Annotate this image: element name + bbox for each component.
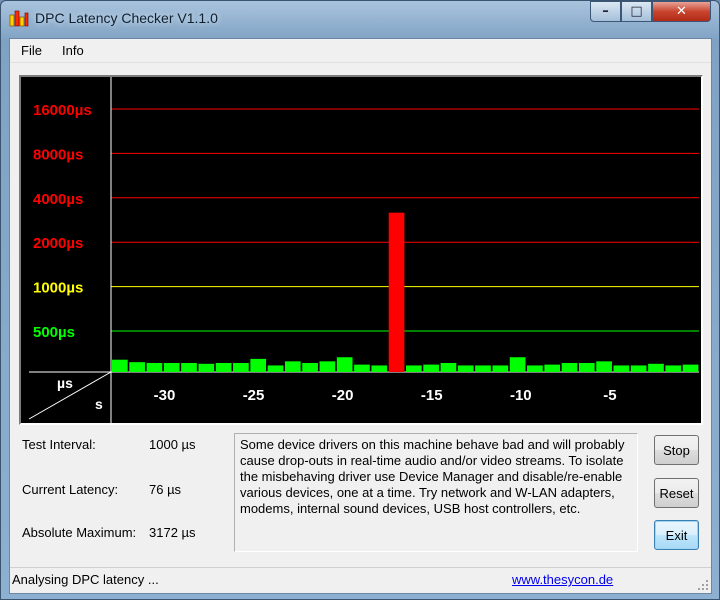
y-tick-label: 500µs bbox=[33, 324, 75, 341]
latency-bar bbox=[457, 365, 474, 372]
latency-bar bbox=[527, 365, 543, 372]
y-tick-label: 4000µs bbox=[33, 191, 83, 208]
latency-bar bbox=[267, 365, 284, 372]
message-line: Some device drivers on this machine beha… bbox=[240, 437, 625, 452]
latency-bar bbox=[284, 361, 301, 372]
latency-bar bbox=[544, 364, 561, 372]
current-latency-value: 76 µs bbox=[149, 482, 182, 497]
latency-bar bbox=[423, 364, 439, 372]
test-interval-label: Test Interval: bbox=[22, 437, 96, 452]
latency-chart: 16000µs 8000µs 4000µs 2000µs 1000µs 500µs µs s -… bbox=[28, 77, 699, 423]
latency-bar bbox=[388, 212, 405, 372]
app-window: DPC Latency Checker V1.1.0 – □ ✕ File In… bbox=[0, 0, 720, 600]
minimize-button[interactable]: – bbox=[590, 1, 621, 22]
latency-bar bbox=[129, 362, 145, 372]
message-line: the misbehaving driver use Device Manage… bbox=[240, 469, 623, 484]
latency-bar bbox=[302, 362, 318, 372]
minimize-icon: – bbox=[602, 4, 609, 19]
y-tick-label: 1000µs bbox=[33, 280, 83, 297]
menu-info[interactable]: Info bbox=[62, 43, 84, 58]
current-latency-label: Current Latency: bbox=[22, 482, 119, 497]
x-tick-label: -25 bbox=[243, 387, 265, 404]
latency-bar bbox=[336, 357, 353, 372]
title-bar[interactable]: DPC Latency Checker V1.1.0 – □ ✕ bbox=[1, 1, 719, 37]
latency-bar bbox=[578, 362, 595, 372]
latency-bar bbox=[665, 365, 682, 372]
x-tick-label: -15 bbox=[421, 387, 443, 404]
y-unit-label: µs bbox=[57, 375, 73, 391]
close-button[interactable]: ✕ bbox=[652, 1, 711, 22]
latency-bar bbox=[596, 361, 612, 372]
maximize-icon: □ bbox=[630, 4, 643, 19]
latency-bar bbox=[406, 365, 422, 372]
latency-bar bbox=[198, 363, 215, 372]
latency-bar bbox=[630, 365, 647, 372]
x-tick-label: -30 bbox=[154, 387, 176, 404]
x-unit-label: s bbox=[95, 396, 103, 412]
status-text: Analysing DPC latency ... bbox=[12, 572, 159, 587]
latency-bar bbox=[146, 362, 163, 372]
latency-bar bbox=[648, 363, 664, 372]
latency-bar bbox=[682, 364, 699, 372]
latency-bar bbox=[250, 358, 267, 372]
latency-bar bbox=[319, 361, 336, 372]
y-tick-label: 2000µs bbox=[33, 235, 83, 252]
latency-bar bbox=[475, 365, 491, 372]
menu-bar: File Info bbox=[10, 39, 711, 63]
website-link[interactable]: www.thesycon.de bbox=[512, 572, 613, 587]
client-area: File Info 16000µs 8000µs 4000µs 2000µs 1000µ… bbox=[9, 38, 712, 594]
menu-file[interactable]: File bbox=[21, 43, 42, 58]
latency-bar bbox=[371, 365, 388, 372]
latency-bar bbox=[440, 362, 457, 372]
window-title: DPC Latency Checker V1.1.0 bbox=[35, 10, 218, 26]
latency-bar bbox=[233, 362, 249, 372]
exit-button[interactable]: Exit bbox=[654, 520, 699, 550]
app-icon bbox=[9, 10, 29, 27]
latency-bar bbox=[215, 362, 232, 372]
message-line: various devices, one at a time. Try netw… bbox=[240, 485, 615, 500]
latency-bar bbox=[354, 364, 370, 372]
advice-message: Some device drivers on this machine beha… bbox=[234, 433, 638, 552]
latency-bar bbox=[509, 357, 526, 372]
latency-bar bbox=[181, 362, 197, 372]
status-bar: Analysing DPC latency ... www.thesycon.d… bbox=[10, 567, 711, 593]
close-icon: ✕ bbox=[676, 4, 687, 19]
test-interval-value: 1000 µs bbox=[149, 437, 196, 452]
latency-bar bbox=[163, 362, 180, 372]
y-tick-label: 16000µs bbox=[33, 102, 92, 119]
absolute-maximum-label: Absolute Maximum: bbox=[22, 525, 137, 540]
y-tick-label: 8000µs bbox=[33, 146, 83, 163]
message-line: modems, internal sound devices, USB host… bbox=[240, 501, 581, 516]
x-tick-label: -5 bbox=[603, 387, 616, 404]
x-tick-label: -20 bbox=[332, 387, 354, 404]
stop-button[interactable]: Stop bbox=[654, 435, 699, 465]
absolute-maximum-value: 3172 µs bbox=[149, 525, 196, 540]
maximize-button[interactable]: □ bbox=[621, 1, 652, 22]
x-tick-label: -10 bbox=[510, 387, 532, 404]
reset-button[interactable]: Reset bbox=[654, 478, 699, 508]
latency-bar bbox=[492, 365, 509, 372]
latency-bar bbox=[613, 365, 630, 372]
latency-bar bbox=[112, 359, 128, 372]
latency-bar bbox=[561, 362, 578, 372]
resize-grip-icon[interactable] bbox=[697, 579, 709, 591]
message-line: cause drop-outs in real-time audio and/o… bbox=[240, 453, 624, 468]
